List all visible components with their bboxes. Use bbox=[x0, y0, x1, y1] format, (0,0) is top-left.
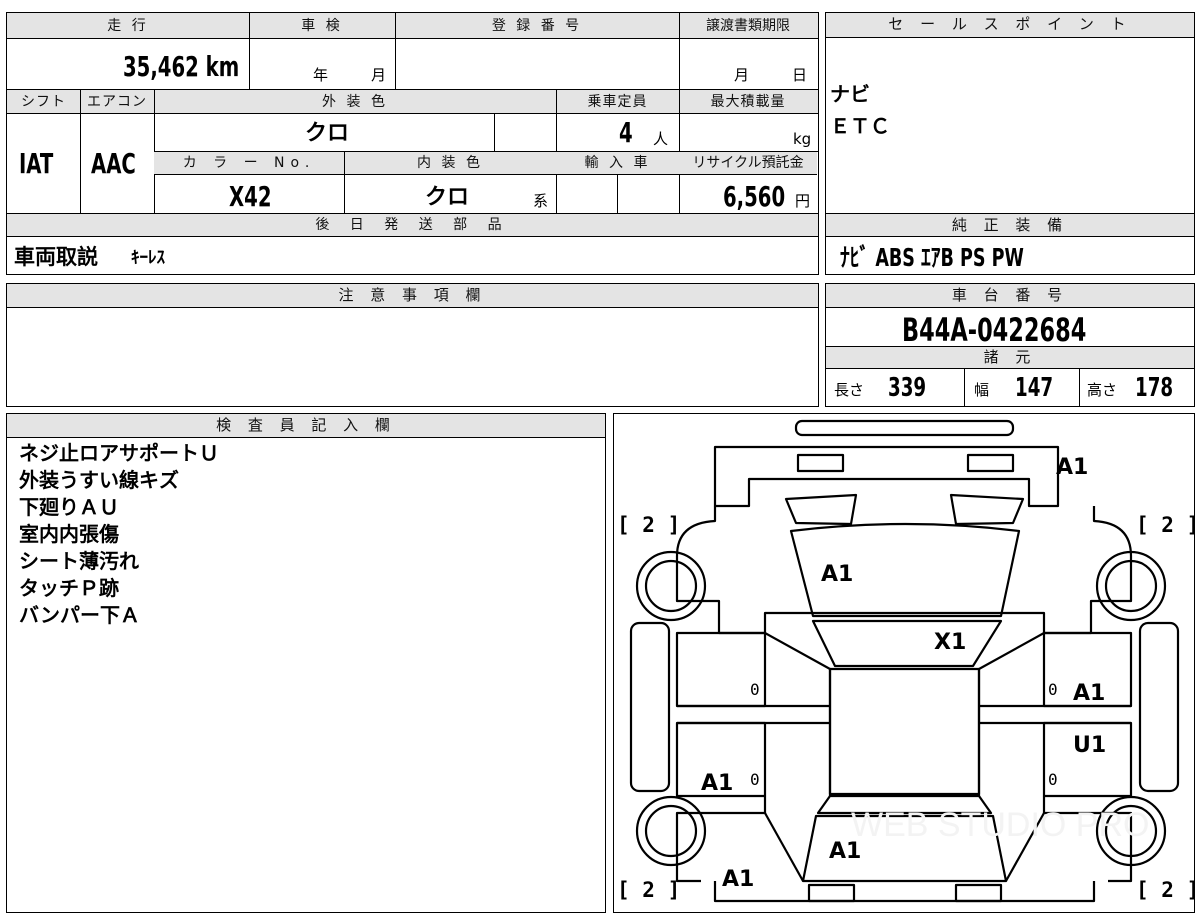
damage-mark-left-rear-quarter: A1 bbox=[722, 867, 754, 892]
zero-reading: 0 bbox=[1048, 680, 1058, 699]
interior-color-label: 内 装 色 bbox=[417, 155, 483, 171]
inspector-label: 検 査 員 記 入 欄 bbox=[7, 414, 605, 438]
recycle-unit: 円 bbox=[795, 192, 811, 210]
inspector-note: ネジ止ロアサポートＵ bbox=[19, 441, 219, 465]
watermark: WEB STUDIO PRO bbox=[851, 806, 1149, 844]
length-label: 長さ bbox=[834, 381, 865, 399]
shaken-label: 車 検 bbox=[301, 18, 343, 34]
max-load-unit: kg bbox=[793, 130, 812, 148]
shift-label: シフト bbox=[21, 94, 66, 110]
inspector-note: 室内内張傷 bbox=[19, 522, 119, 546]
tire-rear-right-reading: [ 2 ] bbox=[1136, 878, 1195, 902]
recycle-label: リサイクル預託金 bbox=[692, 155, 804, 171]
caution-box: 注 意 事 項 欄 bbox=[6, 283, 819, 407]
capacity-label: 乗車定員 bbox=[587, 94, 648, 110]
genuine-equipment-label: 純 正 装 備 bbox=[826, 214, 1194, 237]
color-no-value: X42 bbox=[229, 180, 272, 213]
color-no-label: カ ラ ー No. bbox=[182, 155, 316, 171]
inspector-note: シート薄汚れ bbox=[19, 549, 139, 573]
height-label: 高さ bbox=[1087, 381, 1118, 399]
transfer-deadline-label: 譲渡書類期限 bbox=[706, 18, 790, 34]
transfer-month: 月 bbox=[734, 66, 750, 84]
shaken-month: 月 bbox=[371, 66, 387, 84]
capacity-unit: 人 bbox=[653, 130, 669, 148]
capacity-value: 4 bbox=[619, 116, 633, 149]
transfer-day: 日 bbox=[792, 66, 808, 84]
damage-mark-roof-front: X1 bbox=[934, 630, 966, 655]
later-parts-main: 車両取説 bbox=[14, 245, 98, 269]
car-diagram: WEB STUDIO PRO A1 A1 X1 A1 U1 A1 A1 A1 [… bbox=[617, 419, 1195, 903]
rear-bumper bbox=[713, 881, 1096, 903]
tire-front-left-reading: [ 2 ] bbox=[617, 513, 680, 537]
zero-reading: 0 bbox=[1048, 770, 1058, 789]
damage-mark-right-rear-door: U1 bbox=[1073, 733, 1106, 758]
front-bumper-top-bar bbox=[794, 419, 1015, 437]
inspector-note: タッチＰ跡 bbox=[19, 576, 119, 600]
interior-suffix: 系 bbox=[533, 192, 549, 210]
sales-points-label: セ ー ル ス ポ イ ン ト bbox=[826, 13, 1194, 38]
width-value: 147 bbox=[1015, 373, 1054, 403]
mileage-value: 35,462 km bbox=[123, 50, 240, 83]
exterior-color-label: 外 装 色 bbox=[322, 94, 388, 110]
vent-right bbox=[949, 493, 1025, 526]
sill-right bbox=[1138, 621, 1180, 793]
tire-rear-left-reading: [ 2 ] bbox=[617, 878, 680, 902]
vent-left bbox=[784, 493, 858, 526]
damage-mark-rear-gate: A1 bbox=[829, 839, 861, 864]
spec-label: 諸 元 bbox=[826, 347, 1194, 369]
wheel-front-left bbox=[635, 550, 707, 622]
sales-point-item: ＥＴＣ bbox=[830, 114, 890, 138]
genuine-equipment-value: ﾅﾋﾞ ABS ｴｱB PS PW bbox=[840, 243, 1024, 272]
wheel-rear-left bbox=[635, 795, 707, 867]
import-label: 輸 入 車 bbox=[584, 155, 651, 171]
ac-label: エアコン bbox=[87, 94, 147, 110]
recycle-fee-value: 6,560 bbox=[723, 180, 786, 213]
max-load-label: 最大積載量 bbox=[710, 94, 786, 110]
zero-reading: 0 bbox=[750, 770, 760, 789]
zero-reading: 0 bbox=[750, 680, 760, 699]
exterior-color-value: クロ bbox=[305, 121, 350, 146]
height-value: 178 bbox=[1135, 373, 1174, 403]
interior-color-value: クロ bbox=[425, 185, 470, 210]
caution-label: 注 意 事 項 欄 bbox=[7, 284, 818, 308]
mileage-label: 走 行 bbox=[107, 18, 149, 34]
shaken-year: 年 bbox=[313, 66, 329, 84]
chassis-box: 車 台 番 号 B44A-0422684 諸 元 長さ 339 幅 147 高さ… bbox=[825, 283, 1195, 407]
headlight-right bbox=[966, 453, 1015, 473]
width-label: 幅 bbox=[974, 381, 990, 399]
registration-label: 登 録 番 号 bbox=[491, 18, 583, 34]
inspector-note: 下廻りＡＵ bbox=[19, 495, 119, 519]
ac-value: AAC bbox=[91, 147, 136, 180]
tire-front-right-reading: [ 2 ] bbox=[1136, 513, 1195, 537]
headlight-left bbox=[796, 453, 845, 473]
inspector-note: 外装うすい線キズ bbox=[19, 468, 179, 492]
shift-value: IAT bbox=[19, 147, 54, 180]
chassis-label: 車 台 番 号 bbox=[826, 284, 1194, 308]
later-parts-sub: ｷｰﾚｽ bbox=[131, 248, 165, 268]
damage-mark-left-rear-door: A1 bbox=[701, 771, 733, 796]
damage-mark-right-front-door: A1 bbox=[1073, 681, 1105, 706]
roof bbox=[828, 667, 981, 796]
inspector-box: 検 査 員 記 入 欄 ネジ止ロアサポートＵ 外装うすい線キズ 下廻りＡＵ 室内… bbox=[6, 413, 606, 913]
sales-points-box: セ ー ル ス ポ イ ン ト ナビ ＥＴＣ 純 正 装 備 ﾅﾋﾞ ABS ｴ… bbox=[825, 12, 1195, 275]
vehicle-info-table: 走 行 車 検 登 録 番 号 譲渡書類期限 35,462 km 年 月 月 日… bbox=[6, 12, 819, 275]
sales-point-item: ナビ bbox=[830, 82, 870, 106]
later-parts-label: 後 日 発 送 部 品 bbox=[315, 217, 510, 233]
chassis-number: B44A-0422684 bbox=[902, 311, 1087, 349]
damage-mark-front-bumper: A1 bbox=[1056, 455, 1088, 480]
sill-left bbox=[629, 621, 671, 793]
windshield bbox=[811, 619, 1003, 668]
damage-mark-hood: A1 bbox=[821, 562, 853, 587]
car-diagram-box: WEB STUDIO PRO A1 A1 X1 A1 U1 A1 A1 A1 [… bbox=[613, 413, 1195, 913]
length-value: 339 bbox=[888, 373, 927, 403]
inspector-note: バンパー下Ａ bbox=[19, 603, 140, 627]
